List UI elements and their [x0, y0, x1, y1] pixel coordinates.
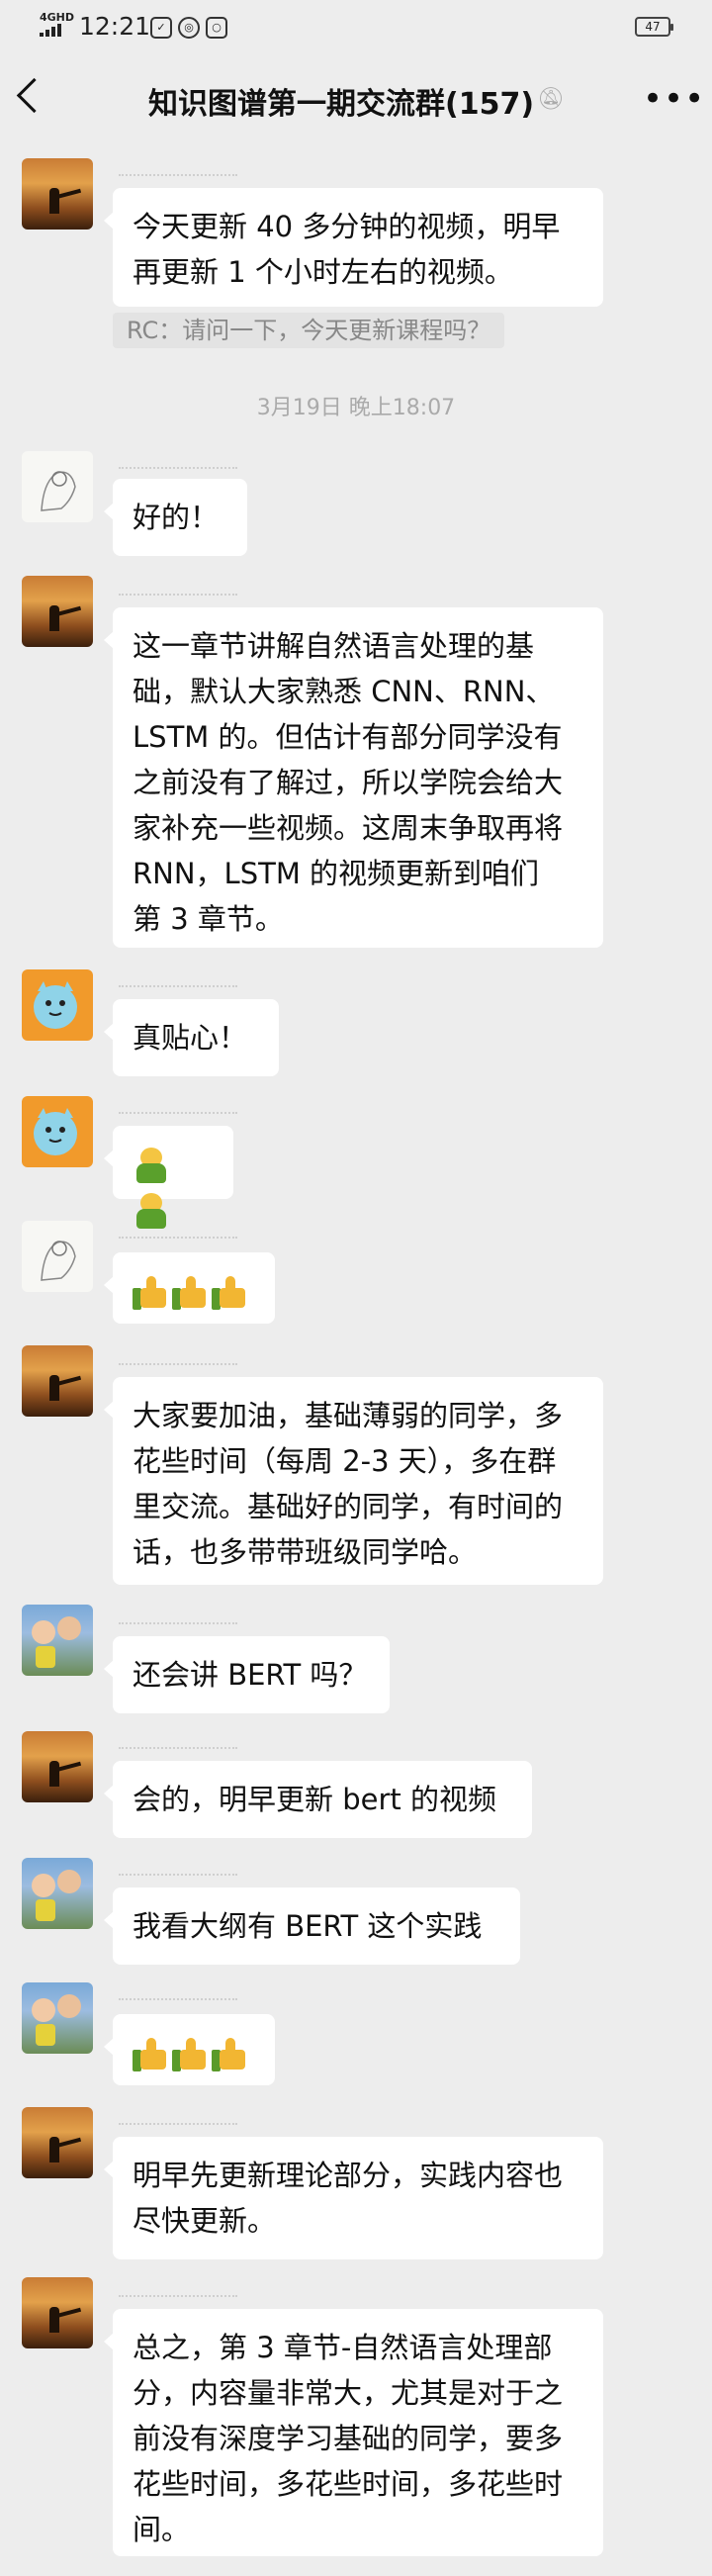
message-text: 会的，明早更新 bert 的视频	[133, 1783, 496, 1816]
sender-name	[119, 164, 237, 176]
battery-icon: 47	[635, 17, 673, 37]
message-text: 还会讲 BERT 吗？	[133, 1658, 368, 1692]
mute-bell-icon: 🔕︎	[537, 87, 565, 112]
thumbs-up-emoji-icon	[212, 2038, 247, 2071]
message-text: 总之，第 3 章节-自然语言处理部 分，内容量非常大，尤其是对于之 前没有深度学…	[133, 2331, 564, 2546]
hug-emoji-icon	[133, 1148, 170, 1185]
notification-icon: ✓	[150, 17, 172, 39]
thumbs-up-emoji-icon	[212, 1276, 247, 1310]
avatar[interactable]	[22, 1605, 93, 1676]
sender-name	[119, 1353, 237, 1365]
sender-name	[119, 2113, 237, 2125]
message-bubble[interactable]: 这一章节讲解自然语言处理的基 础，默认大家熟悉 CNN、RNN、 LSTM 的。…	[104, 607, 603, 948]
message-text: 好的！	[133, 501, 220, 534]
message-bubble[interactable]: 真贴心！	[104, 999, 279, 1076]
sender-name	[119, 1988, 237, 2000]
message-text: 今天更新 40 多分钟的视频，明早 再更新 1 个小时左右的视频。	[133, 210, 561, 289]
message-bubble[interactable]: 还会讲 BERT 吗？	[104, 1636, 390, 1713]
thumbs-up-emoji-icon	[172, 2038, 208, 2071]
message-bubble[interactable]: 总之，第 3 章节-自然语言处理部 分，内容量非常大，尤其是对于之 前没有深度学…	[104, 2309, 603, 2556]
network-type: 4GHD	[40, 11, 75, 24]
sender-name	[119, 1737, 237, 1749]
message-bubble[interactable]: 好的！	[104, 479, 247, 556]
clock: 12:21	[79, 12, 151, 41]
sender-name	[119, 975, 237, 987]
message-bubble[interactable]: 大家要加油，基础薄弱的同学，多 花些时间（每周 2-3 天），多在群 里交流。基…	[104, 1377, 603, 1585]
message-text: 这一章节讲解自然语言处理的基 础，默认大家熟悉 CNN、RNN、 LSTM 的。…	[133, 629, 564, 936]
avatar[interactable]	[22, 451, 93, 522]
message-bubble[interactable]: 会的，明早更新 bert 的视频	[104, 1761, 532, 1838]
thumbs-up-emoji-icon	[133, 1276, 168, 1310]
avatar[interactable]	[22, 1345, 93, 1417]
search-app-icon: ○	[206, 17, 227, 39]
sender-name	[119, 584, 237, 596]
thumbs-up-emoji-icon	[172, 1276, 208, 1310]
sender-name	[119, 1612, 237, 1624]
avatar[interactable]	[22, 2107, 93, 2178]
signal-icon	[40, 24, 61, 37]
message-bubble[interactable]: 今天更新 40 多分钟的视频，明早 再更新 1 个小时左右的视频。	[104, 188, 603, 307]
message-bubble[interactable]	[104, 1252, 275, 1324]
chat-header: 知识图谱第一期交流群(157) 🔕︎ •••	[0, 57, 712, 140]
message-bubble[interactable]: 我看大纲有 BERT 这个实践	[104, 1887, 520, 1965]
avatar[interactable]	[22, 1982, 93, 2054]
avatar[interactable]	[22, 1731, 93, 1802]
wechat-icon: ◎	[178, 17, 200, 39]
avatar[interactable]	[22, 158, 93, 230]
thumbs-up-emoji-icon	[133, 2038, 168, 2071]
message-text: 我看大纲有 BERT 这个实践	[133, 1909, 483, 1943]
sender-name	[119, 1864, 237, 1876]
message-text: 大家要加油，基础薄弱的同学，多 花些时间（每周 2-3 天），多在群 里交流。基…	[133, 1399, 564, 1569]
sender-name	[119, 1227, 237, 1239]
avatar[interactable]	[22, 1096, 93, 1167]
message-bubble[interactable]	[104, 1126, 233, 1229]
message-bubble[interactable]	[104, 2014, 275, 2085]
message-bubble[interactable]: 明早先更新理论部分，实践内容也 尽快更新。	[104, 2137, 603, 2259]
avatar[interactable]	[22, 969, 93, 1041]
avatar[interactable]	[22, 1221, 93, 1292]
sender-name	[119, 2285, 237, 2297]
hug-emoji-icon	[133, 1193, 170, 1231]
more-options-icon[interactable]: •••	[643, 79, 705, 119]
back-arrow-icon[interactable]	[16, 77, 52, 114]
message-text: 真贴心！	[133, 1021, 248, 1055]
avatar[interactable]	[22, 1858, 93, 1929]
message-text: 明早先更新理论部分，实践内容也 尽快更新。	[133, 2159, 564, 2238]
avatar[interactable]	[22, 2277, 93, 2348]
group-title: 知识图谱第一期交流群(157)	[148, 87, 535, 122]
sender-name	[119, 1102, 237, 1114]
status-bar: 4GHD 12:21 ✓ ◎ ○ 47	[0, 0, 712, 57]
message-timestamp: 3月19日 晚上18:07	[256, 396, 456, 420]
avatar[interactable]	[22, 576, 93, 647]
sender-name	[119, 457, 237, 469]
quoted-message[interactable]: RC：请问一下，今天更新课程吗？	[113, 313, 505, 348]
